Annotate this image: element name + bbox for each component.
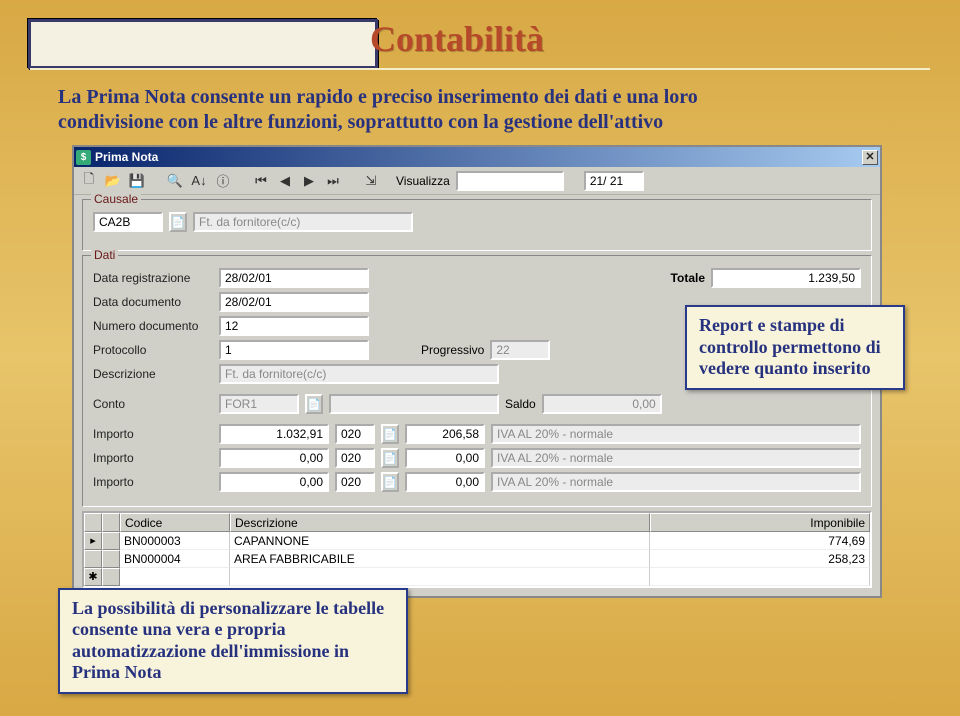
save-icon[interactable]: 💾 xyxy=(126,170,148,192)
importo-3-val[interactable] xyxy=(405,472,485,492)
conto-code-input xyxy=(219,394,299,414)
info-icon[interactable]: ⓘ xyxy=(212,170,234,192)
dati-legend: Dati xyxy=(91,248,118,262)
causale-desc xyxy=(193,212,413,232)
cell-descrizione: CAPANNONE xyxy=(230,532,650,550)
beni-grid[interactable]: Codice Descrizione Imponibile ▸ BN000003… xyxy=(82,511,872,588)
data-doc-input[interactable] xyxy=(219,292,369,312)
importo-3-iva xyxy=(491,472,861,492)
importo-2-lookup-icon[interactable]: 📄 xyxy=(381,448,399,468)
cell-descrizione: AREA FABBRICABILE xyxy=(230,550,650,568)
table-row[interactable]: BN000004 AREA FABBRICABILE 258,23 xyxy=(84,550,870,568)
descrizione-input xyxy=(219,364,499,384)
causale-group: Causale 📄 xyxy=(82,199,872,251)
importo-2-iva xyxy=(491,448,861,468)
descrizione-label: Descrizione xyxy=(93,367,213,381)
toolbar: 🗋 📂 💾 🔍 A↓ ⓘ ⏮ ◀ ▶ ⏭ ⇲ Visualizza xyxy=(74,167,880,195)
causale-lookup-icon[interactable]: 📄 xyxy=(169,212,187,232)
find-icon[interactable]: 🔍 xyxy=(164,170,186,192)
importo-row-2: Importo 📄 xyxy=(93,448,861,468)
data-doc-label: Data documento xyxy=(93,295,213,309)
exit-icon[interactable]: ⇲ xyxy=(360,170,382,192)
conto-lookup-icon[interactable]: 📄 xyxy=(305,394,323,414)
record-counter xyxy=(584,171,644,191)
callout-right: Report e stampe di controllo permettono … xyxy=(685,305,905,390)
saldo-label: Saldo xyxy=(505,397,536,411)
cell-imponibile: 258,23 xyxy=(650,550,870,568)
table-row[interactable]: ▸ BN000003 CAPANNONE 774,69 xyxy=(84,532,870,550)
col-descrizione: Descrizione xyxy=(230,513,650,532)
col-imponibile: Imponibile xyxy=(650,513,870,532)
title-underline xyxy=(30,68,930,70)
close-button[interactable]: ✕ xyxy=(862,150,878,165)
open-icon[interactable]: 📂 xyxy=(102,170,124,192)
importo-1-iva xyxy=(491,424,861,444)
new-icon[interactable]: 🗋 xyxy=(78,170,100,192)
importo-3[interactable] xyxy=(219,472,329,492)
col-codice: Codice xyxy=(120,513,230,532)
importo-3-cod[interactable] xyxy=(335,472,375,492)
app-icon: $ xyxy=(76,150,91,165)
importo-1-lookup-icon[interactable]: 📄 xyxy=(381,424,399,444)
row-marker-new-icon: ✱ xyxy=(84,568,102,586)
importo-row-3: Importo 📄 xyxy=(93,472,861,492)
visualizza-input[interactable] xyxy=(456,171,564,191)
importo-2-cod[interactable] xyxy=(335,448,375,468)
row-marker-current-icon: ▸ xyxy=(84,532,102,550)
grid-header: Codice Descrizione Imponibile xyxy=(84,513,870,532)
last-record-icon[interactable]: ⏭ xyxy=(322,170,344,192)
importo-2[interactable] xyxy=(219,448,329,468)
conto-desc-input xyxy=(329,394,499,414)
visualizza-label: Visualizza xyxy=(396,174,450,188)
data-reg-input[interactable] xyxy=(219,268,369,288)
first-record-icon[interactable]: ⏮ xyxy=(250,170,272,192)
causale-legend: Causale xyxy=(91,192,141,206)
importo-2-val[interactable] xyxy=(405,448,485,468)
num-doc-input[interactable] xyxy=(219,316,369,336)
importo-3-lookup-icon[interactable]: 📄 xyxy=(381,472,399,492)
title-plaque xyxy=(28,19,378,69)
progressivo-input xyxy=(490,340,550,360)
intro-text: La Prima Nota consente un rapido e preci… xyxy=(58,85,898,135)
table-row-new[interactable]: ✱ xyxy=(84,568,870,586)
next-record-icon[interactable]: ▶ xyxy=(298,170,320,192)
causale-code-input[interactable] xyxy=(93,212,163,232)
window-titlebar: $ Prima Nota ✕ xyxy=(74,147,880,167)
cell-imponibile: 774,69 xyxy=(650,532,870,550)
window-title: Prima Nota xyxy=(95,150,862,164)
intro-line-2: condivisione con le altre funzioni, sopr… xyxy=(58,111,663,133)
protocollo-label: Protocollo xyxy=(93,343,213,357)
sort-icon[interactable]: A↓ xyxy=(188,170,210,192)
progressivo-label: Progressivo xyxy=(421,343,484,357)
importo-row-1: Importo 📄 xyxy=(93,424,861,444)
importo-label: Importo xyxy=(93,475,213,489)
prev-record-icon[interactable]: ◀ xyxy=(274,170,296,192)
cell-codice: BN000004 xyxy=(120,550,230,568)
protocollo-input[interactable] xyxy=(219,340,369,360)
importo-label: Importo xyxy=(93,451,213,465)
callout-left: La possibilità di personalizzare le tabe… xyxy=(58,588,408,694)
importo-1-cod[interactable] xyxy=(335,424,375,444)
intro-line-1: La Prima Nota consente un rapido e preci… xyxy=(58,86,698,108)
totale-label: Totale xyxy=(671,271,705,285)
cell-codice: BN000003 xyxy=(120,532,230,550)
importo-label: Importo xyxy=(93,427,213,441)
data-reg-label: Data registrazione xyxy=(93,271,213,285)
totale-input[interactable] xyxy=(711,268,861,288)
page-title: Contabilità xyxy=(370,18,544,60)
saldo-input xyxy=(542,394,662,414)
importo-1[interactable] xyxy=(219,424,329,444)
importo-1-val[interactable] xyxy=(405,424,485,444)
conto-label: Conto xyxy=(93,397,213,411)
num-doc-label: Numero documento xyxy=(93,319,213,333)
